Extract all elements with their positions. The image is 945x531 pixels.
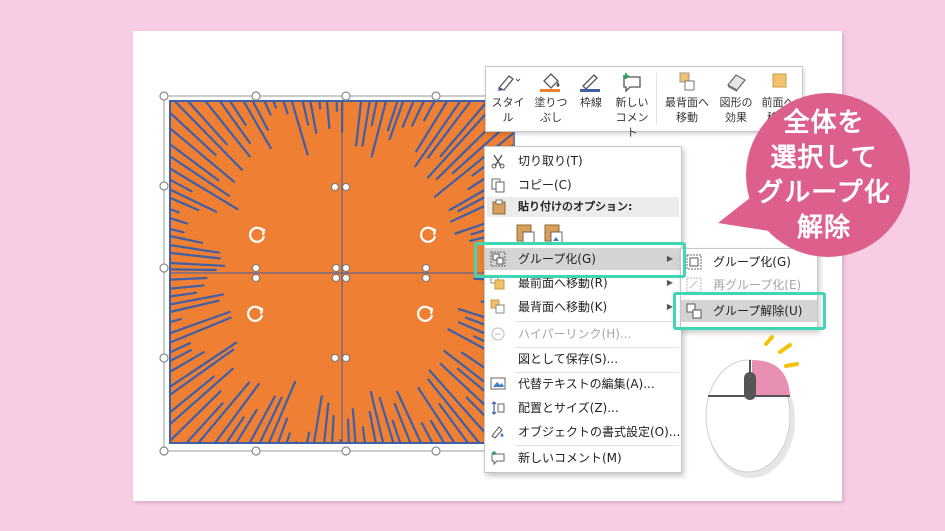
burst-line: [346, 418, 350, 445]
menu-size-position-label: 配置とサイズ(Z)...: [518, 401, 619, 415]
size-position-icon: [491, 401, 505, 415]
menu-hyperlink-label: ハイパーリンク(H)...: [518, 327, 632, 341]
new-comment-line1: 新しい: [615, 96, 649, 109]
resize-handle[interactable]: [341, 91, 351, 101]
menu-new-comment-label: 新しいコメント(M): [518, 451, 622, 465]
resize-handle[interactable]: [251, 91, 261, 101]
shape-effects-icon: [727, 74, 746, 92]
inner-handle[interactable]: [252, 264, 260, 272]
inner-handle[interactable]: [422, 274, 430, 282]
paint-bucket-icon: [540, 73, 560, 92]
menu-item-hyperlink[interactable]: ハイパーリンク(H)...: [485, 323, 681, 345]
scissors-icon: [491, 154, 505, 169]
inner-handle[interactable]: [422, 264, 430, 272]
format-object-icon: [491, 426, 504, 439]
menu-item-copy[interactable]: コピー(C): [485, 174, 681, 196]
menu-send-back-label: 最背面へ移動(K): [518, 300, 608, 314]
send-to-back-icon: [490, 299, 505, 314]
comment-icon: [623, 73, 641, 93]
pen-outline-icon: [580, 74, 600, 92]
inner-handle[interactable]: [342, 183, 350, 191]
resize-handle[interactable]: [159, 263, 169, 273]
resize-handle[interactable]: [159, 181, 169, 191]
starburst-graphic[interactable]: [168, 99, 516, 445]
send-back-line2: 移動: [676, 111, 698, 124]
fill-button[interactable]: 塗りつ ぶし: [532, 71, 570, 127]
outline-label: 枠線: [580, 96, 602, 109]
group-highlight-frame: [474, 242, 686, 278]
menu-item-cut[interactable]: 切り取り(T): [485, 150, 681, 172]
menu-item-format-object[interactable]: オブジェクトの書式設定(O)...: [485, 421, 681, 443]
burst-line: [168, 268, 217, 272]
resize-handle[interactable]: [159, 91, 169, 101]
callout-text: 全体を 選択して グループ化 解除: [752, 106, 896, 246]
menu-cut-label: 切り取り(T): [518, 154, 583, 168]
menu-item-size-position[interactable]: 配置とサイズ(Z)...: [485, 397, 681, 419]
resize-handle[interactable]: [431, 91, 441, 101]
inner-handle[interactable]: [342, 354, 350, 362]
inner-handle[interactable]: [331, 354, 339, 362]
send-to-back-icon: [679, 72, 695, 91]
inner-handle[interactable]: [331, 183, 339, 191]
menu-item-send-to-back[interactable]: 最背面へ移動(K) ▶: [485, 296, 681, 318]
paste-options-label: 貼り付けのオプション:: [518, 200, 633, 213]
menu-save-picture-label: 図として保存(S)...: [518, 352, 619, 366]
comment-icon: [491, 451, 505, 466]
new-comment-button[interactable]: 新しい コメント: [612, 71, 652, 139]
clipboard-icon: [492, 199, 506, 215]
inner-handle[interactable]: [332, 274, 340, 282]
callout-line3: グループ化: [757, 178, 891, 208]
menu-format-object-label: オブジェクトの書式設定(O)...: [518, 425, 681, 439]
resize-handle[interactable]: [341, 446, 351, 456]
menu-item-alt-text[interactable]: 代替テキストの編集(A)...: [485, 373, 681, 395]
resize-handle[interactable]: [431, 446, 441, 456]
style-button[interactable]: スタイル: [490, 71, 526, 127]
resize-handle[interactable]: [159, 446, 169, 456]
callout-line1: 全体を: [783, 108, 865, 138]
new-comment-line2: コメント: [615, 111, 649, 139]
menu-item-new-comment[interactable]: 新しいコメント(M): [485, 447, 681, 469]
inner-handle[interactable]: [252, 274, 260, 282]
menu-divider: [515, 445, 679, 446]
ungroup-highlight-frame: [673, 292, 826, 330]
menu-alt-text-label: 代替テキストの編集(A)...: [518, 377, 655, 391]
inner-handle[interactable]: [332, 264, 340, 272]
burst-line: [318, 99, 322, 110]
callout-line2: 選択して: [770, 143, 878, 173]
alt-text-icon: [490, 377, 506, 390]
fill-label-line2: ぶし: [540, 111, 562, 124]
copy-icon: [491, 178, 505, 193]
resize-handle[interactable]: [159, 353, 169, 363]
bring-forward-icon: [772, 73, 787, 88]
burst-line: [331, 415, 335, 445]
menu-divider: [515, 321, 679, 322]
toolbar-divider: [656, 73, 657, 125]
resize-handle[interactable]: [251, 446, 261, 456]
outline-button[interactable]: 枠線: [574, 71, 608, 127]
style-label: スタイル: [491, 96, 525, 124]
paste-options-header: 貼り付けのオプション:: [487, 197, 679, 217]
fill-label-line1: 塗りつ: [534, 96, 568, 109]
context-menu: 切り取り(T) コピー(C) 貼り付けのオプション: グループ化(G) ▶ 最前…: [484, 146, 682, 473]
menu-copy-label: コピー(C): [518, 178, 572, 192]
inner-handle[interactable]: [342, 274, 350, 282]
menu-item-save-as-picture[interactable]: 図として保存(S)...: [485, 348, 681, 370]
style-brush-icon: [497, 75, 521, 91]
inner-handle[interactable]: [342, 264, 350, 272]
mouse-right-click-icon: [705, 335, 799, 478]
regroup-icon: [686, 277, 702, 293]
link-icon: [491, 327, 505, 341]
callout-line4: 解除: [796, 213, 851, 243]
